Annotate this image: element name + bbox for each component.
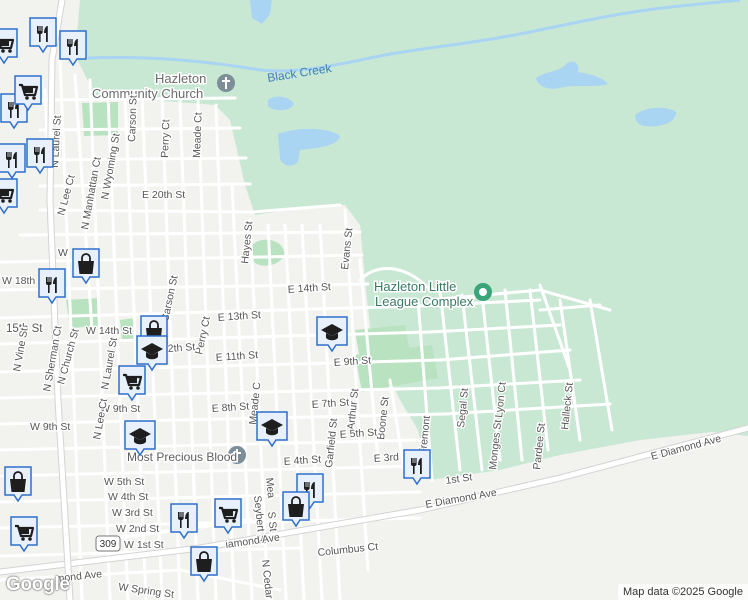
park-marker-icon[interactable]: [474, 283, 492, 301]
svg-text:S St: S St: [265, 511, 279, 532]
svg-text:W 9th St: W 9th St: [30, 421, 70, 433]
svg-text:W: W: [58, 247, 68, 259]
svg-text:E 3rd: E 3rd: [373, 451, 399, 465]
map-attribution[interactable]: Map data ©2025 Google: [617, 584, 748, 600]
google-logo: Google: [6, 574, 70, 595]
svg-text:Meade Ct: Meade Ct: [191, 112, 205, 158]
svg-text:W 1st St: W 1st St: [124, 539, 164, 551]
svg-text:W 4th St: W 4th St: [108, 491, 148, 503]
svg-text:E 20th St: E 20th St: [142, 189, 185, 201]
svg-text:W 3rd St: W 3rd St: [112, 507, 153, 519]
svg-text:W 14th St: W 14th St: [86, 325, 132, 337]
svg-text:W 5th St: W 5th St: [104, 476, 144, 488]
church-icon[interactable]: [217, 74, 235, 92]
map-canvas[interactable]: 309 Hazleton Community Church Hazleton L…: [0, 0, 748, 600]
svg-text:W 2nd St: W 2nd St: [116, 523, 159, 535]
svg-text:2th St: 2th St: [167, 341, 195, 355]
svg-text:League Complex: League Complex: [375, 294, 474, 309]
hazleton-community-church-label[interactable]: Hazleton: [154, 70, 208, 88]
svg-text:309: 309: [100, 539, 117, 550]
little-league-label[interactable]: Hazleton Little: [373, 278, 458, 296]
svg-text:Perry Ct: Perry Ct: [159, 119, 172, 158]
most-precious-blood-label[interactable]: Most Precious Blood: [126, 449, 239, 466]
svg-text:Mea: Mea: [263, 477, 277, 499]
route-309-shield: 309: [95, 535, 121, 552]
svg-text:Community Church: Community Church: [92, 86, 203, 101]
svg-text:Carson St: Carson St: [126, 95, 140, 142]
